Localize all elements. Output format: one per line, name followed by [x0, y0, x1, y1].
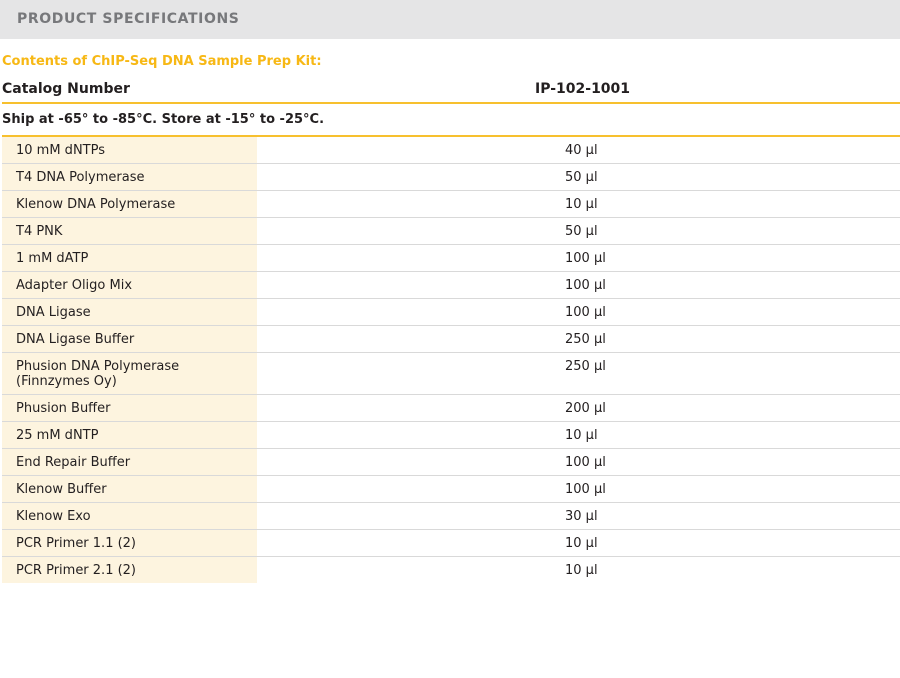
table-row: 10 mM dNTPs 40 µl: [2, 137, 900, 164]
component-name: 25 mM dNTP: [16, 428, 99, 443]
catalog-label: Catalog Number: [2, 81, 130, 97]
component-volume: 250 µl: [565, 332, 606, 347]
component-name: 10 mM dNTPs: [16, 143, 105, 158]
component-volume: 50 µl: [565, 224, 598, 239]
component-volume: 250 µl: [565, 359, 606, 374]
section-title: PRODUCT SPECIFICATIONS: [17, 11, 240, 27]
component-name: PCR Primer 1.1 (2): [16, 536, 137, 551]
component-name: T4 DNA Polymerase: [16, 170, 145, 185]
table-row: PCR Primer 2.1 (2) 10 µl: [2, 557, 900, 583]
table-row: Klenow Buffer 100 µl: [2, 476, 900, 503]
contents-table: 10 mM dNTPs 40 µl T4 DNA Polymerase 50 µl Kl…: [2, 137, 900, 583]
component-name: End Repair Buffer: [16, 455, 131, 470]
component-name: Klenow DNA Polymerase: [16, 197, 176, 212]
component-volume: 100 µl: [565, 251, 606, 266]
storage-row: Ship at -65° to -85°C. Store at -15° to …: [2, 104, 900, 137]
table-row: Adapter Oligo Mix 100 µl: [2, 272, 900, 299]
component-name: DNA Ligase: [16, 305, 91, 320]
table-row: T4 DNA Polymerase 50 µl: [2, 164, 900, 191]
component-volume: 10 µl: [565, 197, 598, 212]
component-name: Klenow Exo: [16, 509, 91, 524]
table-row: Phusion DNA Polymerase (Finnzymes Oy) 250…: [2, 353, 900, 395]
table-row: PCR Primer 1.1 (2) 10 µl: [2, 530, 900, 557]
section-header: PRODUCT SPECIFICATIONS: [0, 0, 900, 39]
catalog-number: IP-102-1001: [535, 81, 631, 97]
component-name: DNA Ligase Buffer: [16, 332, 135, 347]
table-row: Klenow DNA Polymerase 10 µl: [2, 191, 900, 218]
component-volume: 10 µl: [565, 536, 598, 551]
table-row: End Repair Buffer 100 µl: [2, 449, 900, 476]
component-volume: 100 µl: [565, 455, 606, 470]
component-name: Adapter Oligo Mix: [16, 278, 133, 293]
table-row: 1 mM dATP 100 µl: [2, 245, 900, 272]
table-row: DNA Ligase 100 µl: [2, 299, 900, 326]
table-row: 25 mM dNTP 10 µl: [2, 422, 900, 449]
component-volume: 10 µl: [565, 428, 598, 443]
component-name: Phusion Buffer: [16, 401, 111, 416]
catalog-row: Catalog Number IP-102-1001: [2, 76, 900, 104]
component-name: Klenow Buffer: [16, 482, 107, 497]
component-name: Phusion DNA Polymerase (Finnzymes Oy): [16, 359, 180, 389]
component-volume: 100 µl: [565, 278, 606, 293]
component-volume: 200 µl: [565, 401, 606, 416]
table-row: Phusion Buffer 200 µl: [2, 395, 900, 422]
table-row: DNA Ligase Buffer 250 µl: [2, 326, 900, 353]
component-volume: 40 µl: [565, 143, 598, 158]
component-volume: 30 µl: [565, 509, 598, 524]
component-volume: 100 µl: [565, 305, 606, 320]
component-name: 1 mM dATP: [16, 251, 89, 266]
component-volume: 50 µl: [565, 170, 598, 185]
component-volume: 10 µl: [565, 563, 598, 578]
table-row: Klenow Exo 30 µl: [2, 503, 900, 530]
component-name: PCR Primer 2.1 (2): [16, 563, 137, 578]
storage-instructions: Ship at -65° to -85°C. Store at -15° to …: [2, 112, 325, 127]
component-volume: 100 µl: [565, 482, 606, 497]
kit-title: Contents of ChIP-Seq DNA Sample Prep Kit…: [2, 54, 322, 69]
component-name: T4 PNK: [16, 224, 63, 239]
table-row: T4 PNK 50 µl: [2, 218, 900, 245]
